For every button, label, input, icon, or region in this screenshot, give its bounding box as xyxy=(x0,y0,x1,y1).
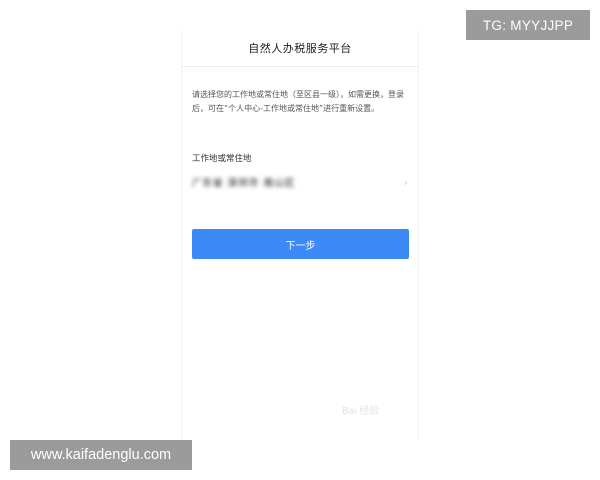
site-watermark-badge: www.kaifadenglu.com xyxy=(10,440,192,470)
work-location-value: 广东省 深圳市 南山区 xyxy=(192,178,296,189)
tg-watermark-badge: TG: MYYJJPP xyxy=(466,10,590,40)
work-location-label: 工作地或常住地 xyxy=(192,154,252,164)
title-divider xyxy=(182,66,418,67)
page-title: 自然人办税服务平台 xyxy=(248,42,352,55)
next-button[interactable]: 下一步 xyxy=(192,229,409,259)
work-location-selector[interactable]: 广东省 深圳市 南山区 › xyxy=(192,170,410,194)
chevron-right-icon: › xyxy=(403,175,408,189)
baidu-watermark: Bai 经验 xyxy=(342,406,380,417)
app-screen: 自然人办税服务平台 请选择您的工作地或常住地（至区县一级），如需更换，登录后，可… xyxy=(181,30,419,440)
instruction-text: 请选择您的工作地或常住地（至区县一级），如需更换，登录后，可在“个人中心-工作地… xyxy=(192,90,404,113)
